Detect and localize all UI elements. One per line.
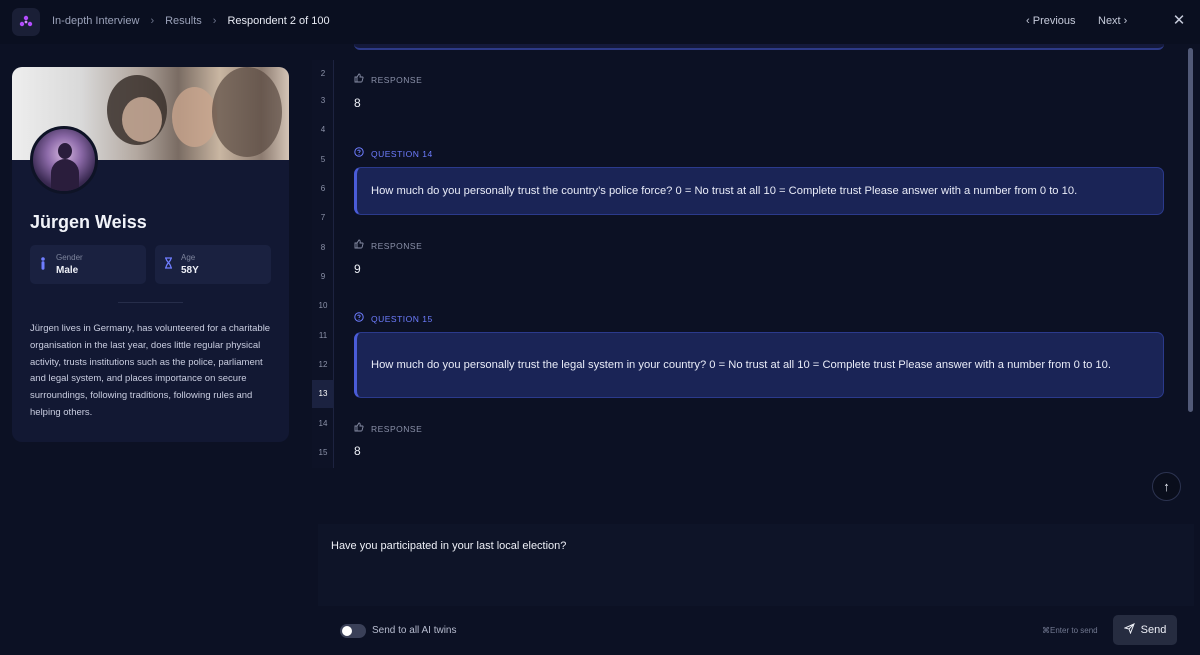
next-button[interactable]: Next › [1098, 15, 1127, 27]
question-label-row: QUESTION 15 [354, 312, 433, 325]
response-label-row: RESPONSE [354, 422, 422, 435]
response-icon [354, 422, 364, 435]
gender-icon [39, 257, 49, 271]
line-number[interactable]: 8 [312, 240, 334, 256]
respondent-profile-card: Jürgen Weiss Gender Male Age 58Y Jürgen … [12, 67, 289, 442]
paper-plane-icon [1123, 623, 1135, 637]
response-value: 8 [354, 444, 361, 458]
line-number[interactable]: 4 [312, 122, 334, 138]
response-icon [354, 73, 364, 86]
response-value: 9 [354, 262, 361, 276]
age-label: Age [181, 253, 196, 262]
toggle-knob [342, 626, 352, 636]
respondent-bio: Jürgen lives in Germany, has volunteered… [30, 323, 271, 418]
previous-button[interactable]: ‹ Previous [1026, 15, 1076, 27]
transcript-scrollbar[interactable] [1188, 48, 1193, 412]
gender-value: Male [56, 265, 79, 276]
question-icon [354, 312, 364, 325]
line-number[interactable]: 9 [312, 269, 334, 285]
line-number[interactable]: 14 [312, 416, 334, 432]
age-value: 58Y [181, 265, 199, 276]
line-number-gutter: 2 3 4 5 6 7 8 9 10 11 12 13 14 15 [312, 60, 334, 468]
send-button[interactable]: Send [1113, 615, 1177, 645]
chevron-right-icon: › [1120, 15, 1128, 27]
line-number[interactable]: 5 [312, 152, 334, 168]
response-icon [354, 239, 364, 252]
top-bar: In-depth Interview › Results › Responden… [0, 0, 1200, 44]
composer-toolbar: Send to all AI twins ⌘Enter to send Send [318, 606, 1194, 655]
chevron-left-icon: ‹ [1026, 15, 1033, 27]
respondent-name: Jürgen Weiss [30, 212, 147, 232]
chevron-right-icon: › [212, 15, 217, 27]
previous-label: Previous [1032, 15, 1076, 27]
response-label: RESPONSE [371, 423, 423, 434]
app-logo-icon[interactable] [12, 8, 40, 36]
hourglass-icon [164, 257, 174, 271]
message-input[interactable]: Have you participated in your last local… [331, 540, 566, 552]
line-number[interactable]: 10 [312, 298, 334, 314]
breadcrumb-item-interview[interactable]: In-depth Interview [52, 15, 139, 27]
question-14-text: How much do you personally trust the cou… [371, 184, 1078, 197]
question-14-label: QUESTION 14 [371, 148, 433, 159]
avatar [30, 126, 98, 194]
gender-label: Gender [56, 253, 83, 262]
breadcrumb: In-depth Interview › Results › Responden… [52, 15, 330, 27]
age-stat: Age 58Y [155, 245, 271, 284]
question-label-row: QUESTION 14 [354, 147, 433, 160]
response-label-row: RESPONSE [354, 239, 422, 252]
divider [118, 302, 183, 303]
next-label: Next [1098, 15, 1121, 27]
response-label-row: RESPONSE [354, 73, 422, 86]
chevron-right-icon: › [150, 15, 155, 27]
send-to-all-label: Send to all AI twins [372, 625, 457, 636]
line-number[interactable]: 2 [312, 66, 334, 82]
close-icon[interactable]: ✕ [1170, 11, 1188, 31]
send-to-all-toggle[interactable] [340, 624, 366, 638]
question-15-text: How much do you personally trust the leg… [371, 358, 1111, 371]
response-value: 8 [354, 96, 361, 110]
send-label: Send [1140, 624, 1167, 636]
response-label: RESPONSE [371, 240, 423, 251]
question-icon [354, 147, 364, 160]
line-number[interactable]: 7 [312, 210, 334, 226]
breadcrumb-item-results[interactable]: Results [165, 15, 202, 27]
question-14-box: How much do you personally trust the cou… [354, 167, 1164, 215]
arrow-up-icon: ↑ [1163, 479, 1170, 494]
line-number[interactable]: 3 [312, 93, 334, 109]
question-15-label: QUESTION 15 [371, 313, 433, 324]
line-number[interactable]: 6 [312, 181, 334, 197]
line-number[interactable]: 15 [312, 445, 334, 461]
interview-transcript: RESPONSE 8 QUESTION 14 How much do you p… [334, 44, 1186, 514]
gender-stat: Gender Male [30, 245, 146, 284]
previous-question-box [354, 44, 1164, 50]
scroll-to-top-button[interactable]: ↑ [1152, 472, 1181, 501]
response-label: RESPONSE [371, 74, 423, 85]
send-shortcut-hint: ⌘Enter to send [1042, 626, 1098, 635]
breadcrumb-item-respondent: Respondent 2 of 100 [227, 15, 330, 27]
line-number[interactable]: 12 [312, 357, 334, 373]
question-15-box: How much do you personally trust the leg… [354, 332, 1164, 398]
message-composer[interactable]: Have you participated in your last local… [318, 524, 1194, 606]
line-number-active[interactable]: 13 [312, 380, 334, 408]
line-number[interactable]: 11 [312, 328, 334, 344]
